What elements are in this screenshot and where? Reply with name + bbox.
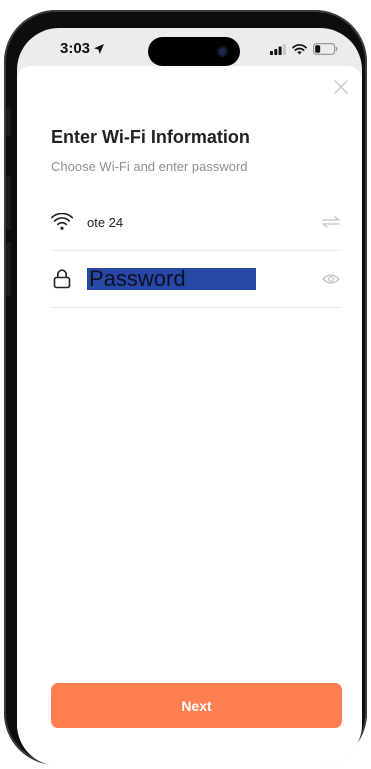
dynamic-island bbox=[148, 37, 240, 66]
battery-icon bbox=[313, 43, 338, 55]
switch-network-icon[interactable] bbox=[320, 211, 342, 233]
status-indicators bbox=[270, 43, 338, 55]
wifi-network-name: ote 24 bbox=[87, 214, 124, 230]
page-subtitle: Choose Wi-Fi and enter password bbox=[51, 159, 248, 174]
action-button bbox=[6, 108, 11, 136]
volume-down-button bbox=[6, 242, 11, 297]
wifi-network-row[interactable]: ote 24 bbox=[51, 194, 342, 251]
password-input[interactable] bbox=[87, 268, 256, 290]
screen: 3:03 Enter Wi-Fi Information Choose Wi-F… bbox=[17, 28, 362, 766]
wifi-icon bbox=[51, 211, 73, 233]
status-time-group: 3:03 bbox=[60, 40, 105, 57]
wifi-status-icon bbox=[292, 43, 307, 54]
cellular-signal-icon bbox=[270, 43, 286, 55]
location-arrow-icon bbox=[94, 43, 105, 54]
front-camera bbox=[217, 46, 228, 57]
wifi-sheet: Enter Wi-Fi Information Choose Wi-Fi and… bbox=[17, 66, 362, 766]
close-button[interactable] bbox=[330, 76, 352, 98]
close-icon bbox=[334, 80, 348, 94]
status-time: 3:03 bbox=[60, 40, 91, 57]
volume-up-button bbox=[6, 175, 11, 230]
password-row bbox=[51, 251, 342, 308]
page-title: Enter Wi-Fi Information bbox=[51, 127, 250, 147]
eye-icon[interactable] bbox=[320, 268, 342, 290]
lock-icon bbox=[51, 268, 73, 290]
phone-frame: 3:03 Enter Wi-Fi Information Choose Wi-F… bbox=[4, 10, 367, 766]
next-button[interactable]: Next bbox=[51, 683, 342, 728]
